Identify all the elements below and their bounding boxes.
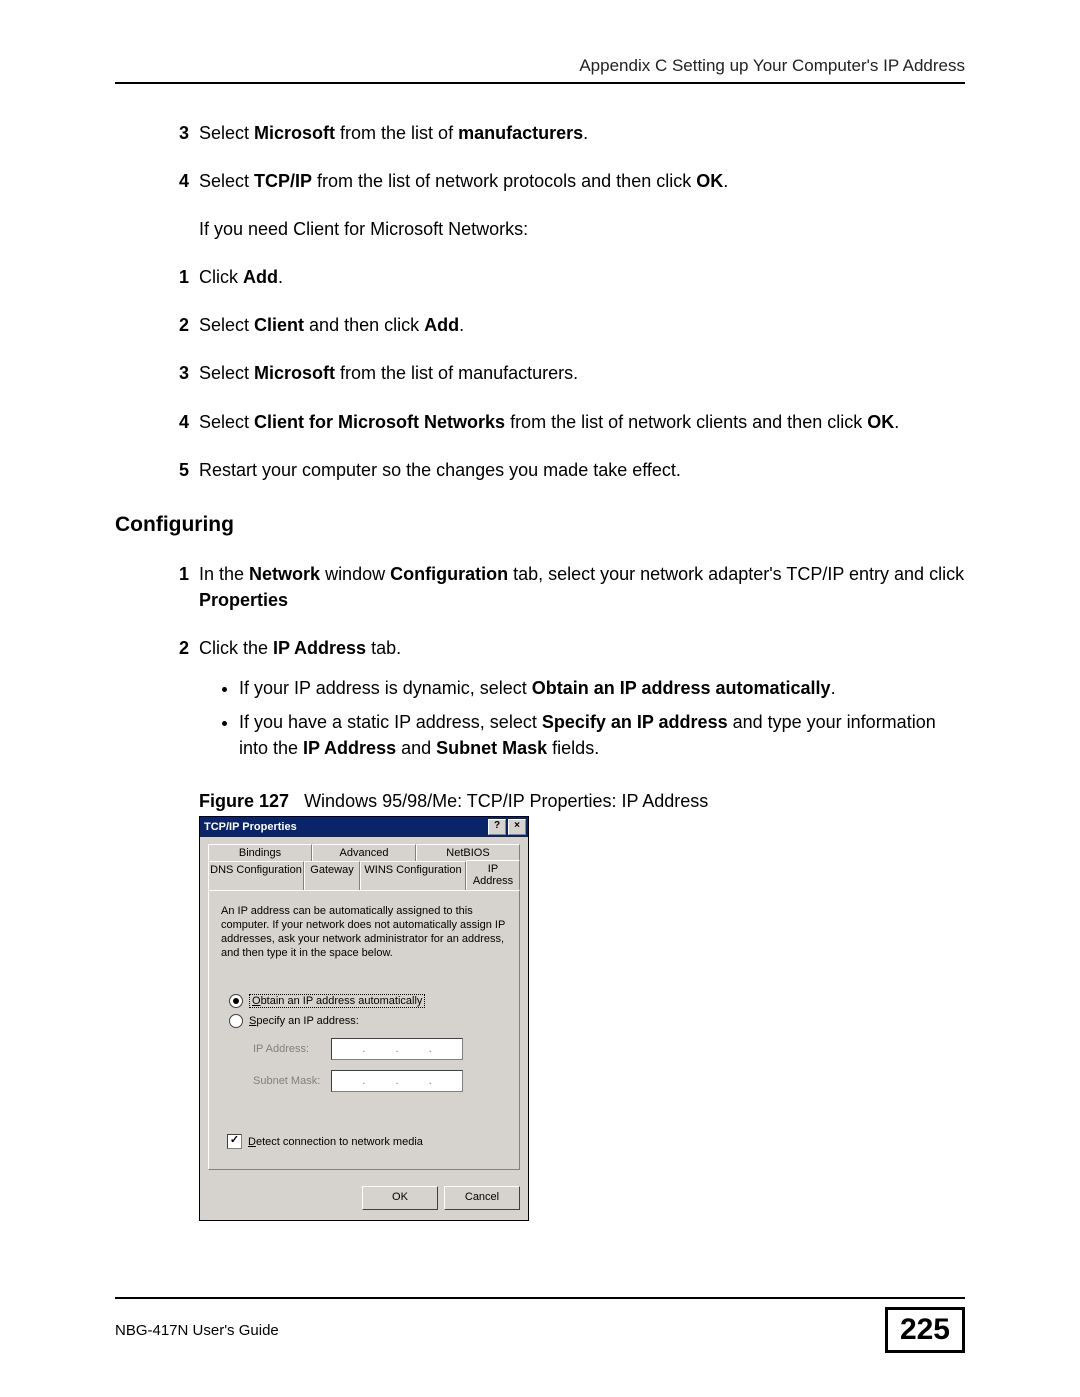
radio-label: Obtain an IP address automatically [249,994,425,1008]
step-text: Click the IP Address tab. If your IP add… [199,635,965,769]
dialog-description: An IP address can be automatically assig… [221,905,507,960]
step-item: 5 Restart your computer so the changes y… [163,457,965,483]
dialog-buttons: OK Cancel [200,1178,528,1220]
step-item: 4 Select Client for Microsoft Networks f… [163,409,965,435]
radio-icon [229,1014,243,1028]
radio-specify[interactable]: Specify an IP address: [229,1014,507,1028]
bullet-item: If your IP address is dynamic, select Ob… [239,675,965,701]
guide-name: NBG-417N User's Guide [115,1322,279,1339]
step-text-inner: Click the IP Address tab. [199,638,401,658]
titlebar: TCP/IP Properties ? × [200,817,528,837]
step-list-c: 1 In the Network window Configuration ta… [163,561,965,770]
radio-icon [229,994,243,1008]
paragraph: If you need Client for Microsoft Network… [199,216,965,242]
tabs-row-1: Bindings Advanced NetBIOS [208,843,520,860]
tcpip-properties-dialog: TCP/IP Properties ? × Bindings Advanced … [199,816,529,1221]
radio-label: Specify an IP address: [249,1015,359,1027]
step-number: 1 [163,264,189,290]
detect-connection-checkbox[interactable]: ✓ Detect connection to network media [227,1134,507,1149]
ip-address-field: IP Address: ... [253,1038,507,1060]
step-number: 2 [163,312,189,338]
bullet-list: If your IP address is dynamic, select Ob… [239,675,965,761]
step-number: 3 [163,120,189,146]
subnet-mask-input[interactable]: ... [331,1070,463,1092]
figure-caption: Figure 127 Windows 95/98/Me: TCP/IP Prop… [199,791,965,812]
tab-wins-configuration[interactable]: WINS Configuration [360,861,466,891]
step-item: 2 Click the IP Address tab. If your IP a… [163,635,965,769]
step-number: 2 [163,635,189,661]
ip-address-input[interactable]: ... [331,1038,463,1060]
tab-panel: An IP address can be automatically assig… [208,890,520,1170]
tab-gateway[interactable]: Gateway [304,861,360,891]
step-text: Select Microsoft from the list of manufa… [199,120,965,146]
cancel-button[interactable]: Cancel [444,1186,520,1210]
tab-advanced[interactable]: Advanced [312,844,416,861]
step-list-b: 1 Click Add. 2 Select Client and then cl… [163,264,965,482]
step-number: 3 [163,360,189,386]
help-icon[interactable]: ? [488,819,506,835]
step-item: 1 In the Network window Configuration ta… [163,561,965,613]
step-item: 4 Select TCP/IP from the list of network… [163,168,965,194]
figure-label: Figure 127 [199,791,289,811]
step-number: 4 [163,409,189,435]
tab-ip-address[interactable]: IP Address [466,860,520,890]
step-text: Select TCP/IP from the list of network p… [199,168,965,194]
checkbox-icon: ✓ [227,1134,242,1149]
step-text: Select Microsoft from the list of manufa… [199,360,965,386]
page: Appendix C Setting up Your Computer's IP… [0,0,1080,1397]
ok-button[interactable]: OK [362,1186,438,1210]
step-item: 3 Select Microsoft from the list of manu… [163,120,965,146]
section-heading-configuring: Configuring [115,513,965,537]
page-number: 225 [885,1307,965,1353]
step-text: In the Network window Configuration tab,… [199,561,965,613]
appendix-header: Appendix C Setting up Your Computer's IP… [115,56,965,84]
step-text: Select Client and then click Add. [199,312,965,338]
step-item: 1 Click Add. [163,264,965,290]
field-label: IP Address: [253,1043,331,1055]
footer: NBG-417N User's Guide 225 [115,1297,965,1353]
radio-obtain-auto[interactable]: Obtain an IP address automatically [229,994,507,1008]
step-text: Restart your computer so the changes you… [199,457,965,483]
step-number: 5 [163,457,189,483]
subnet-mask-field: Subnet Mask: ... [253,1070,507,1092]
figure-title: Windows 95/98/Me: TCP/IP Properties: IP … [304,791,708,811]
checkbox-label: Detect connection to network media [248,1136,423,1148]
field-label: Subnet Mask: [253,1075,331,1087]
step-text: Click Add. [199,264,965,290]
close-icon[interactable]: × [508,819,526,835]
step-item: 2 Select Client and then click Add. [163,312,965,338]
step-number: 4 [163,168,189,194]
step-list-a: 3 Select Microsoft from the list of manu… [163,120,965,194]
dialog-title: TCP/IP Properties [204,821,486,833]
bullet-item: If you have a static IP address, select … [239,709,965,761]
step-item: 3 Select Microsoft from the list of manu… [163,360,965,386]
dialog-body: Bindings Advanced NetBIOS DNS Configurat… [200,837,528,1178]
step-number: 1 [163,561,189,587]
tabs-row-2: DNS Configuration Gateway WINS Configura… [208,860,520,890]
tab-dns-configuration[interactable]: DNS Configuration [208,861,304,891]
step-text: Select Client for Microsoft Networks fro… [199,409,965,435]
tab-netbios[interactable]: NetBIOS [416,844,520,861]
tab-bindings[interactable]: Bindings [208,844,312,861]
